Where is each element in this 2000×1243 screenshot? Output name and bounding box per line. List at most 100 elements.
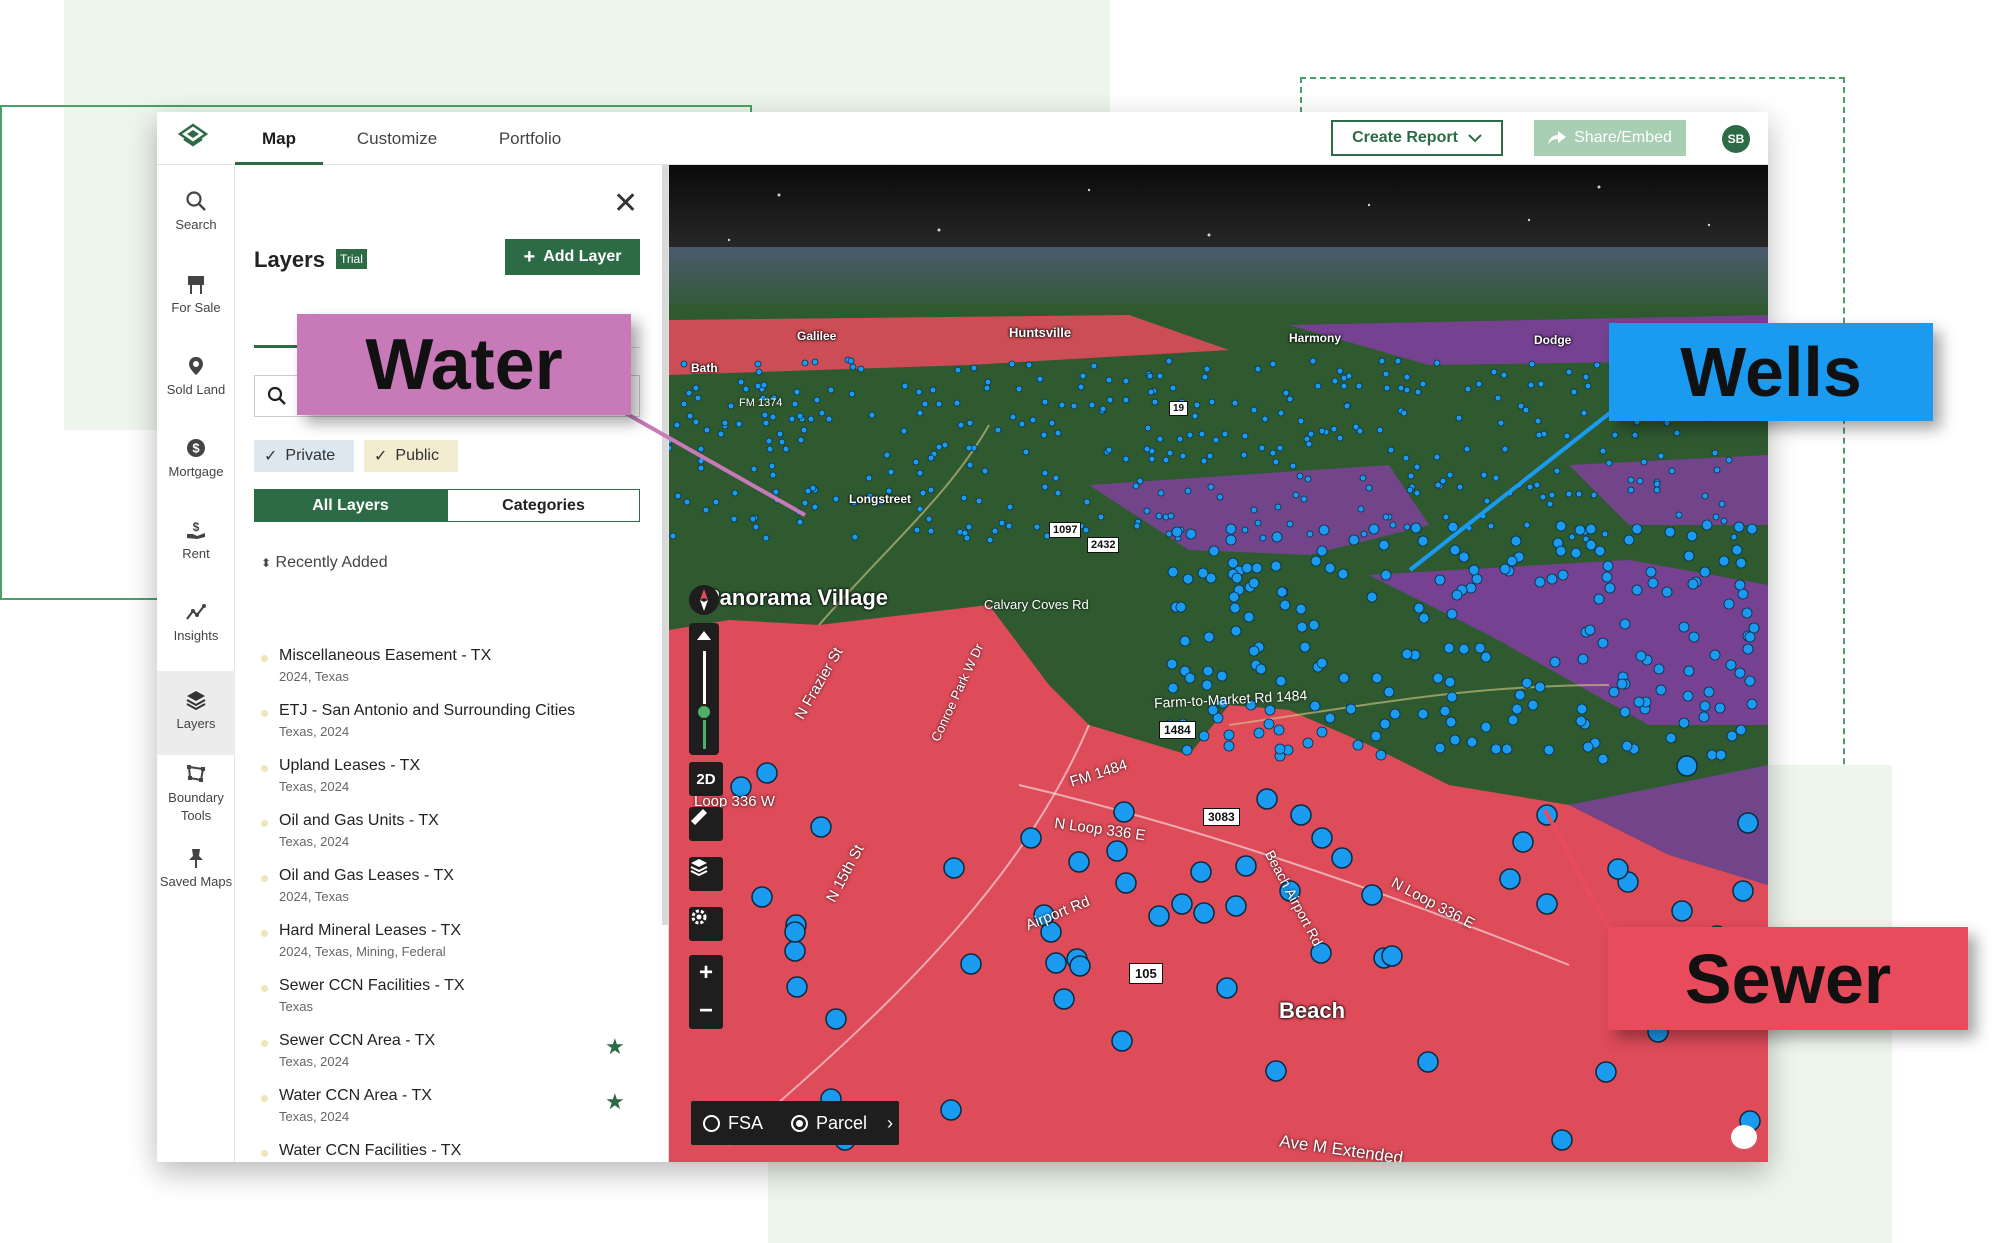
- rail-item-sold-land[interactable]: Sold Land: [157, 355, 235, 415]
- tab-customize[interactable]: Customize: [337, 112, 457, 165]
- well-marker: [1079, 372, 1087, 380]
- well-marker: [1318, 524, 1330, 536]
- well-marker: [1371, 672, 1383, 684]
- tilt-up-icon[interactable]: [697, 631, 711, 640]
- layer-list-item[interactable]: Oil and Gas Units - TX Texas, 2024: [261, 812, 641, 862]
- layers-icon[interactable]: [689, 857, 723, 891]
- layer-list-item[interactable]: ETJ - San Antonio and Surrounding Cities…: [261, 702, 641, 752]
- add-layer-button[interactable]: + Add Layer: [505, 239, 640, 275]
- layer-list-item[interactable]: Upland Leases - TX Texas, 2024: [261, 757, 641, 807]
- layer-list-item[interactable]: Hard Mineral Leases - TX 2024, Texas, Min…: [261, 922, 641, 972]
- well-marker: [810, 816, 832, 838]
- map-view[interactable]: Panorama Village Beach Galilee Huntsvill…: [669, 165, 1768, 1162]
- sort-dropdown[interactable]: ⬍ Recently Added: [261, 554, 388, 572]
- well-marker: [1230, 625, 1242, 637]
- well-marker: [1397, 384, 1405, 392]
- avatar[interactable]: SB: [1722, 125, 1750, 153]
- close-icon[interactable]: ✕: [613, 189, 638, 219]
- well-marker: [1088, 401, 1096, 409]
- gear-icon[interactable]: [689, 907, 723, 941]
- create-report-button[interactable]: Create Report: [1331, 120, 1503, 156]
- well-marker: [1307, 430, 1315, 438]
- panel-scrollbar[interactable]: [662, 165, 668, 925]
- rail-item-layers[interactable]: Layers: [157, 671, 235, 755]
- well-marker: [953, 399, 961, 407]
- slider-knob[interactable]: [696, 704, 712, 720]
- zoom-out-icon[interactable]: −: [699, 997, 713, 1025]
- compass-icon[interactable]: [689, 585, 719, 615]
- well-marker: [1687, 578, 1699, 590]
- tab-portfolio[interactable]: Portfolio: [475, 112, 585, 165]
- tab-map[interactable]: Map: [235, 112, 323, 165]
- well-marker: [1231, 399, 1239, 407]
- well-marker: [1636, 477, 1644, 485]
- radio-parcel[interactable]: [791, 1114, 809, 1132]
- well-marker: [1546, 573, 1558, 585]
- well-marker: [1528, 360, 1536, 368]
- well-marker: [1382, 513, 1390, 521]
- well-marker: [1389, 708, 1401, 720]
- zoom-in-icon[interactable]: +: [699, 959, 713, 987]
- star-icon[interactable]: ★: [605, 1036, 625, 1058]
- well-marker: [1269, 360, 1277, 368]
- logo-icon[interactable]: [177, 122, 209, 154]
- rail-item-saved-maps[interactable]: Saved Maps: [157, 847, 235, 919]
- well-marker: [1331, 377, 1339, 385]
- well-marker: [1510, 535, 1522, 547]
- well-marker: [1604, 582, 1616, 594]
- rail-item-search[interactable]: Search: [157, 190, 235, 250]
- layer-list-item[interactable]: Water CCN Facilities - TX2024, Texas: [261, 1142, 641, 1162]
- well-marker: [1225, 534, 1237, 546]
- rail-item-rent[interactable]: $ Rent: [157, 519, 235, 579]
- well-marker: [1568, 533, 1576, 541]
- well-marker: [1631, 584, 1643, 596]
- ruler-icon[interactable]: [689, 807, 723, 841]
- well-marker: [1456, 483, 1464, 491]
- share-embed-button[interactable]: Share/Embed: [1534, 120, 1686, 156]
- radio-fsa[interactable]: [703, 1114, 720, 1132]
- layer-list-item[interactable]: Water CCN Area - TX Texas, 2024 ★: [261, 1087, 641, 1137]
- mode-2d-button[interactable]: 2D: [689, 762, 723, 796]
- layer-list-item[interactable]: Sewer CCN Area - TX Texas, 2024 ★: [261, 1032, 641, 1082]
- well-marker: [929, 386, 937, 394]
- well-marker: [1360, 530, 1368, 538]
- well-marker: [1407, 472, 1415, 480]
- well-marker: [1171, 526, 1183, 538]
- layer-name: Upland Leases - TX: [279, 757, 421, 774]
- layer-list-item[interactable]: Sewer CCN Facilities - TX Texas: [261, 977, 641, 1027]
- well-marker: [1254, 365, 1262, 373]
- rail-item-boundary-tools[interactable]: Boundary Tools: [157, 763, 235, 835]
- rail-item-for-sale[interactable]: For Sale: [157, 273, 235, 333]
- well-marker: [1517, 402, 1525, 410]
- segment-all-layers[interactable]: All Layers: [254, 489, 447, 522]
- well-marker: [697, 457, 705, 465]
- well-marker: [1151, 398, 1159, 406]
- highway-shield: 105: [1129, 963, 1163, 984]
- well-marker: [1383, 384, 1391, 392]
- well-marker: [1263, 718, 1275, 730]
- filter-chip-private[interactable]: ✓ Private: [254, 440, 354, 472]
- star-icon[interactable]: ★: [605, 1091, 625, 1113]
- well-marker: [966, 461, 974, 469]
- well-marker: [1198, 730, 1210, 742]
- well-marker: [935, 443, 943, 451]
- well-marker: [916, 409, 924, 417]
- tilt-slider[interactable]: [689, 623, 719, 755]
- well-marker: [1537, 380, 1545, 388]
- filter-chip-public[interactable]: ✓ Public: [364, 440, 458, 472]
- place-label: Huntsville: [1009, 325, 1072, 340]
- layer-meta: Texas, 2024: [279, 1109, 350, 1124]
- layer-list-item[interactable]: Oil and Gas Leases - TX 2024, Texas: [261, 867, 641, 917]
- well-marker: [807, 415, 815, 423]
- rail-item-mortgage[interactable]: $ Mortgage: [157, 437, 235, 497]
- segment-categories[interactable]: Categories: [447, 489, 640, 522]
- rail-item-label: Layers: [176, 716, 216, 731]
- well-marker: [1201, 679, 1213, 691]
- well-marker: [1665, 732, 1677, 744]
- chevron-right-icon[interactable]: ›: [887, 1113, 893, 1134]
- well-marker: [1514, 689, 1526, 701]
- well-marker: [1175, 601, 1187, 613]
- rail-item-insights[interactable]: Insights: [157, 601, 235, 661]
- layer-list-item[interactable]: Miscellaneous Easement - TX 2024, Texas: [261, 647, 641, 697]
- well-marker: [1203, 631, 1215, 643]
